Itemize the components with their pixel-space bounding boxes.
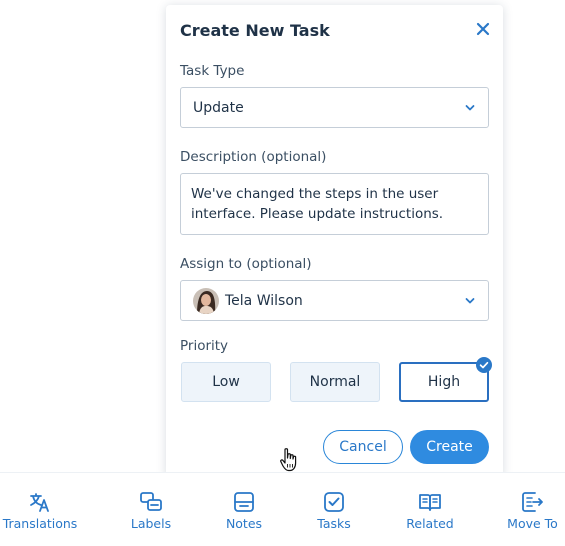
nav-item-move-to[interactable]: Move To [500,473,565,546]
nav-item-labels[interactable]: Labels [112,473,190,546]
avatar [193,288,219,314]
translate-icon [30,493,49,512]
cancel-button[interactable]: Cancel [323,430,403,464]
check-badge-icon [476,357,492,373]
nav-item-related[interactable]: Related [398,473,462,546]
description-label: Description (optional) [180,149,327,165]
task-type-value: Update [193,100,244,116]
create-task-dialog: Create New Task Task Type Update Descrip… [166,5,503,477]
task-type-select[interactable]: Update [180,87,489,128]
description-line-2: interface. Please update instructions. [191,206,444,222]
create-button[interactable]: Create [410,430,489,464]
tasks-icon [324,492,344,512]
hand-cursor-icon [280,448,297,472]
assignee-name: Tela Wilson [225,293,303,309]
chevron-down-icon [465,298,475,304]
bottom-nav: Translations Labels Notes Tasks Related [0,472,565,546]
priority-label: Priority [180,338,229,354]
nav-item-translations[interactable]: Translations [0,473,80,546]
labels-icon [140,492,162,511]
description-line-1: We've changed the steps in the user [191,186,439,202]
nav-label-labels: Labels [130,516,172,531]
close-icon [476,22,490,36]
move-to-icon [522,492,543,512]
chevron-down-icon [465,105,475,111]
nav-item-tasks[interactable]: Tasks [304,473,364,546]
close-button[interactable] [475,21,491,37]
nav-label-tasks: Tasks [317,516,351,531]
assign-to-label: Assign to (optional) [180,256,312,272]
priority-high-button[interactable]: High [399,357,492,402]
nav-label-notes: Notes [225,516,263,531]
assign-to-select[interactable]: Tela Wilson [180,280,489,321]
nav-item-notes[interactable]: Notes [212,473,276,546]
priority-normal-button[interactable]: Normal [290,362,380,402]
description-textarea[interactable]: We've changed the steps in the user inte… [180,173,489,235]
priority-low-button[interactable]: Low [181,362,271,402]
related-icon [419,494,441,511]
task-type-label: Task Type [180,63,245,79]
priority-high-label: High [427,374,461,390]
nav-label-move-to: Move To [507,516,558,531]
dialog-title: Create New Task [180,21,330,40]
nav-label-translations: Translations [2,516,78,531]
notes-icon [234,492,254,512]
nav-label-related: Related [406,516,454,531]
